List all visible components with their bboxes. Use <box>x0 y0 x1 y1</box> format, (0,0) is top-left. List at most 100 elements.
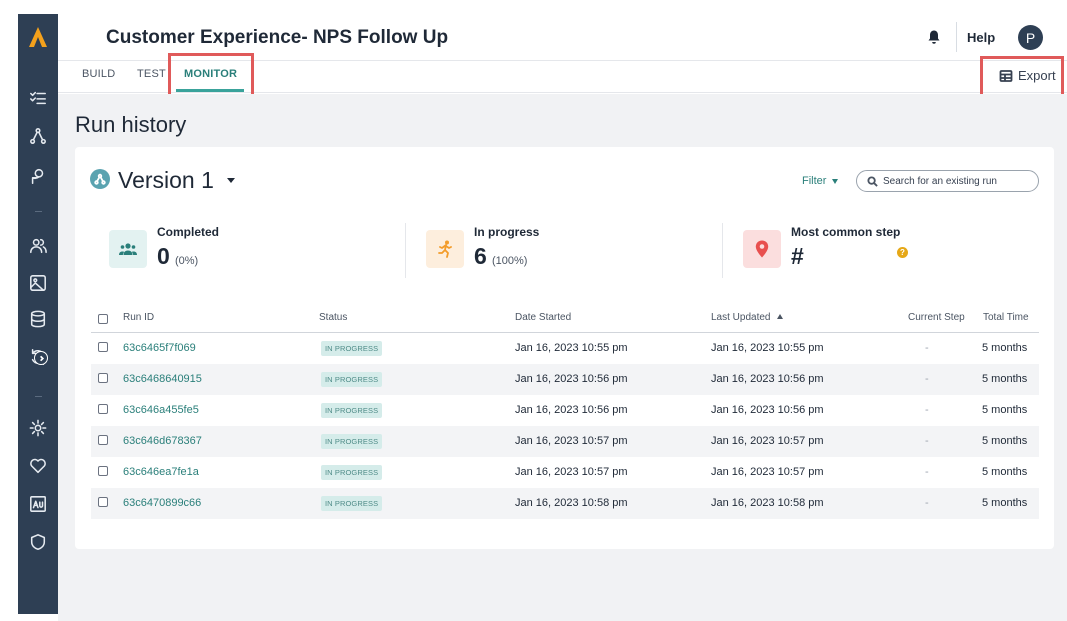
row-checkbox[interactable] <box>98 497 108 507</box>
run-history-card: Version 1 Filter Completed 0 (0%) In pro… <box>75 147 1054 549</box>
stat-divider <box>405 223 406 278</box>
status-badge: IN PROGRESS <box>321 341 383 356</box>
tab-test[interactable]: TEST <box>137 68 166 80</box>
question-icon[interactable]: ? <box>897 247 908 258</box>
contacts-icon[interactable] <box>26 234 50 258</box>
date-started: Jan 16, 2023 10:56 pm <box>515 373 628 385</box>
stat-label: Most common step <box>791 225 901 239</box>
last-updated: Jan 16, 2023 10:55 pm <box>711 342 824 354</box>
app-logo[interactable] <box>18 26 58 52</box>
date-started: Jan 16, 2023 10:57 pm <box>515 466 628 478</box>
run-id-link[interactable]: 63c646a455fe5 <box>123 404 199 416</box>
column-header-total-time[interactable]: Total Time <box>983 312 1029 323</box>
last-updated: Jan 16, 2023 10:58 pm <box>711 497 824 509</box>
row-checkbox[interactable] <box>98 435 108 445</box>
total-time: 5 months <box>982 404 1028 416</box>
total-time: 5 months <box>982 497 1028 509</box>
section-title: Run history <box>75 112 187 137</box>
image-icon[interactable] <box>26 271 50 295</box>
table-row: 63c6465f7f069 IN PROGRESS Jan 16, 2023 1… <box>91 333 1039 364</box>
current-step: - <box>925 466 929 478</box>
last-updated: Jan 16, 2023 10:56 pm <box>711 373 824 385</box>
search-icon <box>867 175 878 187</box>
main-content: Run history Version 1 Filter Completed 0… <box>58 94 1067 621</box>
help-link[interactable]: Help <box>967 30 995 45</box>
stat-value: 6 <box>474 243 487 269</box>
tab-build[interactable]: BUILD <box>82 68 115 80</box>
column-header-date-started[interactable]: Date Started <box>515 312 571 323</box>
total-time: 5 months <box>982 373 1028 385</box>
table-row: 63c6468640915 IN PROGRESS Jan 16, 2023 1… <box>91 364 1039 395</box>
run-id-link[interactable]: 63c646ea7fe1a <box>123 466 199 478</box>
shield-icon[interactable] <box>26 530 50 554</box>
row-checkbox[interactable] <box>98 404 108 414</box>
bell-icon[interactable] <box>926 29 942 45</box>
runner-icon <box>426 230 464 268</box>
stat-value: 0 <box>157 243 170 269</box>
filter-label: Filter <box>802 175 827 187</box>
total-time: 5 months <box>982 466 1028 478</box>
row-checkbox[interactable] <box>98 342 108 352</box>
column-header-status[interactable]: Status <box>319 312 347 323</box>
table-header: Run ID Status Date Started Last Updated … <box>91 307 1039 333</box>
date-started: Jan 16, 2023 10:55 pm <box>515 342 628 354</box>
table-row: 63c6470899c66 IN PROGRESS Jan 16, 2023 1… <box>91 488 1039 519</box>
date-started: Jan 16, 2023 10:57 pm <box>515 435 628 447</box>
checklist-icon[interactable] <box>26 86 50 110</box>
column-header-current-step[interactable]: Current Step <box>908 312 965 323</box>
caret-down-icon <box>832 178 839 184</box>
date-started: Jan 16, 2023 10:56 pm <box>515 404 628 416</box>
workflow-icon[interactable] <box>26 124 50 148</box>
row-checkbox[interactable] <box>98 466 108 476</box>
total-time: 5 months <box>982 342 1028 354</box>
status-badge: IN PROGRESS <box>321 372 383 387</box>
table-row: 63c646ea7fe1a IN PROGRESS Jan 16, 2023 1… <box>91 457 1039 488</box>
current-step: - <box>925 497 929 509</box>
run-id-link[interactable]: 63c6465f7f069 <box>123 342 196 354</box>
column-header-run-id[interactable]: Run ID <box>123 312 154 323</box>
last-updated: Jan 16, 2023 10:57 pm <box>711 466 824 478</box>
sidebar-divider <box>35 211 42 212</box>
header-divider <box>956 22 957 52</box>
stat-most-common-step: Most common step # ? <box>743 225 1043 295</box>
current-step: - <box>925 435 929 447</box>
status-badge: IN PROGRESS <box>321 496 383 511</box>
status-badge: IN PROGRESS <box>321 465 383 480</box>
users-icon <box>109 230 147 268</box>
search-input[interactable] <box>883 175 1033 187</box>
run-id-link[interactable]: 63c6468640915 <box>123 373 202 385</box>
last-updated: Jan 16, 2023 10:57 pm <box>711 435 824 447</box>
total-time: 5 months <box>982 435 1028 447</box>
avatar[interactable]: P <box>1018 25 1043 50</box>
version-icon <box>90 169 110 189</box>
run-id-link[interactable]: 63c646d678367 <box>123 435 202 447</box>
au-icon[interactable] <box>26 492 50 516</box>
column-header-last-updated[interactable]: Last Updated <box>711 312 783 323</box>
integrations-icon[interactable] <box>26 164 50 188</box>
database-icon[interactable] <box>26 307 50 331</box>
current-step: - <box>925 342 929 354</box>
current-step: - <box>925 373 929 385</box>
runs-table: Run ID Status Date Started Last Updated … <box>91 307 1039 519</box>
stat-label: Completed <box>157 225 220 239</box>
page-title: Customer Experience- NPS Follow Up <box>106 27 449 48</box>
stat-divider <box>722 223 723 278</box>
filter-dropdown[interactable]: Filter <box>802 175 839 187</box>
sidebar-divider <box>35 396 42 397</box>
gear-icon[interactable] <box>26 416 50 440</box>
stat-completed: Completed 0 (0%) <box>109 225 389 295</box>
last-updated: Jan 16, 2023 10:56 pm <box>711 404 824 416</box>
column-header-label: Last Updated <box>711 312 771 323</box>
heart-icon[interactable] <box>26 454 50 478</box>
run-id-link[interactable]: 63c6470899c66 <box>123 497 201 509</box>
stat-in-progress: In progress 6 (100%) <box>426 225 706 295</box>
version-selector[interactable]: Version 1 <box>118 167 214 194</box>
sidebar-expand-button[interactable] <box>34 351 48 365</box>
highlight-box-monitor <box>168 53 254 100</box>
select-all-checkbox[interactable] <box>98 314 108 324</box>
chevron-down-icon[interactable] <box>227 178 235 183</box>
row-checkbox[interactable] <box>98 373 108 383</box>
search-box[interactable] <box>856 170 1039 192</box>
status-badge: IN PROGRESS <box>321 403 383 418</box>
stat-value: # <box>791 243 804 269</box>
